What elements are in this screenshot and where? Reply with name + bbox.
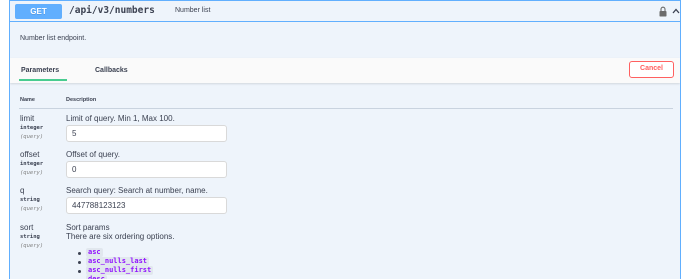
operation-summary[interactable]: GET /api/v3/numbers Number list [10, 1, 680, 22]
operation-description: Number list endpoint. [20, 35, 87, 42]
list-bullet [78, 270, 81, 273]
lock-icon[interactable] [659, 6, 667, 17]
search-query-input[interactable]: 447788123123 [66, 197, 227, 214]
sort-option: desc [86, 275, 107, 279]
column-header-description: Description [66, 97, 97, 103]
operation-block: GET /api/v3/numbers Number list Number l… [9, 0, 681, 279]
param-description-offset: Offset of query. [66, 150, 120, 159]
param-type-q: string [20, 197, 40, 203]
endpoint-path: /api/v3/numbers [69, 5, 155, 16]
tab-parameters[interactable]: Parameters [21, 67, 59, 74]
sort-option: asc_nulls_first [86, 266, 154, 275]
summary-description: Number list [175, 7, 211, 14]
param-description-limit: Limit of query. Min 1, Max 100. [66, 114, 175, 123]
offset-input[interactable]: 0 [66, 161, 227, 178]
param-type-offset: integer [20, 161, 44, 167]
param-description-sort: Sort params [66, 223, 110, 232]
tab-bar: Parameters Callbacks Cancel [10, 58, 680, 83]
tab-active-indicator [19, 79, 67, 81]
cancel-button[interactable]: Cancel [629, 61, 674, 78]
param-in-q: (query) [20, 206, 44, 212]
param-name-offset: offset [20, 150, 40, 159]
method-badge: GET [15, 4, 62, 19]
limit-input[interactable]: 5 [66, 125, 227, 142]
param-in-offset: (query) [20, 170, 44, 176]
chevron-up-icon[interactable] [672, 7, 680, 15]
tab-callbacks[interactable]: Callbacks [95, 67, 128, 74]
param-name-sort: sort [20, 223, 34, 232]
sort-option: asc_nulls_last [86, 257, 150, 266]
table-divider [19, 108, 673, 109]
list-bullet [78, 261, 81, 264]
param-type-sort: string [20, 234, 40, 240]
param-description-sort-detail: There are six ordering options. [66, 232, 175, 241]
list-bullet [78, 252, 81, 255]
param-name-limit: limit [20, 114, 35, 123]
param-type-limit: integer [20, 125, 44, 131]
param-in-sort: (query) [20, 243, 44, 249]
sort-option: asc [86, 248, 103, 257]
param-description-q: Search query: Search at number, name. [66, 186, 208, 195]
column-header-name: Name [20, 97, 35, 103]
param-in-limit: (query) [20, 134, 44, 140]
param-name-q: q [20, 186, 25, 195]
